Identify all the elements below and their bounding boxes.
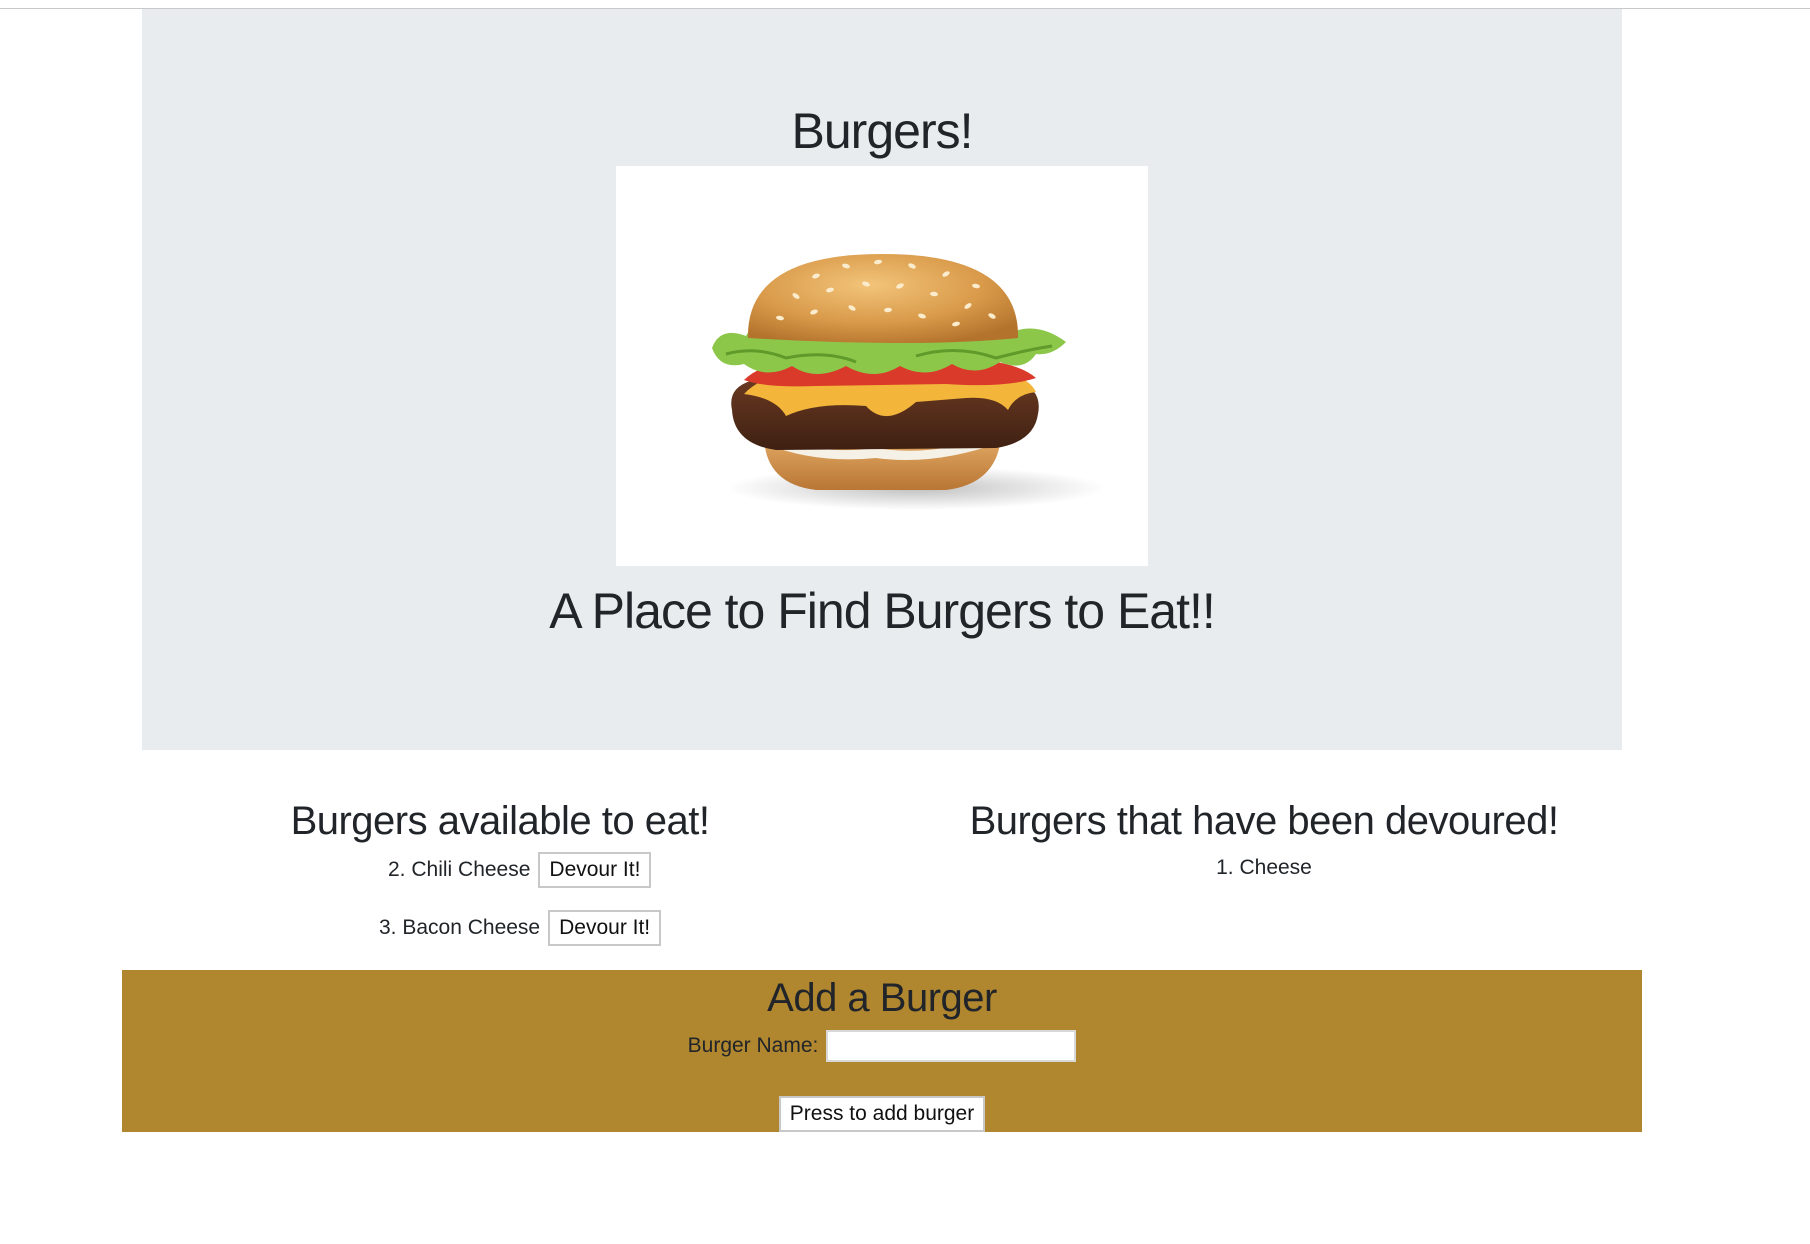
form-title: Add a Burger <box>767 976 997 1020</box>
browser-top-edge <box>0 0 1810 9</box>
devour-button[interactable]: Devour It! <box>548 910 662 946</box>
list-item: 3. Bacon Cheese Devour It! <box>379 910 662 946</box>
devour-button[interactable]: Devour It! <box>538 852 652 888</box>
burger-name-row: Burger Name: <box>122 1030 1642 1062</box>
submit-wrap: Press to add burger <box>122 1096 1642 1132</box>
tagline: A Place to Find Burgers to Eat!! <box>549 583 1216 639</box>
jumbotron: Burgers! A Place to Find Burgers to Eat!… <box>142 9 1622 750</box>
list-item: 1. Cheese <box>1216 856 1312 879</box>
burger-name: 3. Bacon Cheese <box>379 916 541 939</box>
add-burger-button[interactable]: Press to add burger <box>778 1096 986 1132</box>
list-item: 2. Chili Cheese Devour It! <box>388 852 652 888</box>
burger-name-label: Burger Name: <box>687 1034 819 1057</box>
available-heading: Burgers available to eat! <box>290 799 710 843</box>
page-title: Burgers! <box>791 103 974 159</box>
burger-name: 2. Chili Cheese <box>388 858 531 881</box>
devoured-heading: Burgers that have been devoured! <box>969 799 1559 843</box>
burger-image <box>616 166 1148 566</box>
burger-name-input[interactable] <box>826 1030 1077 1062</box>
add-burger-form: Add a Burger Burger Name: Press to add b… <box>122 970 1642 1132</box>
